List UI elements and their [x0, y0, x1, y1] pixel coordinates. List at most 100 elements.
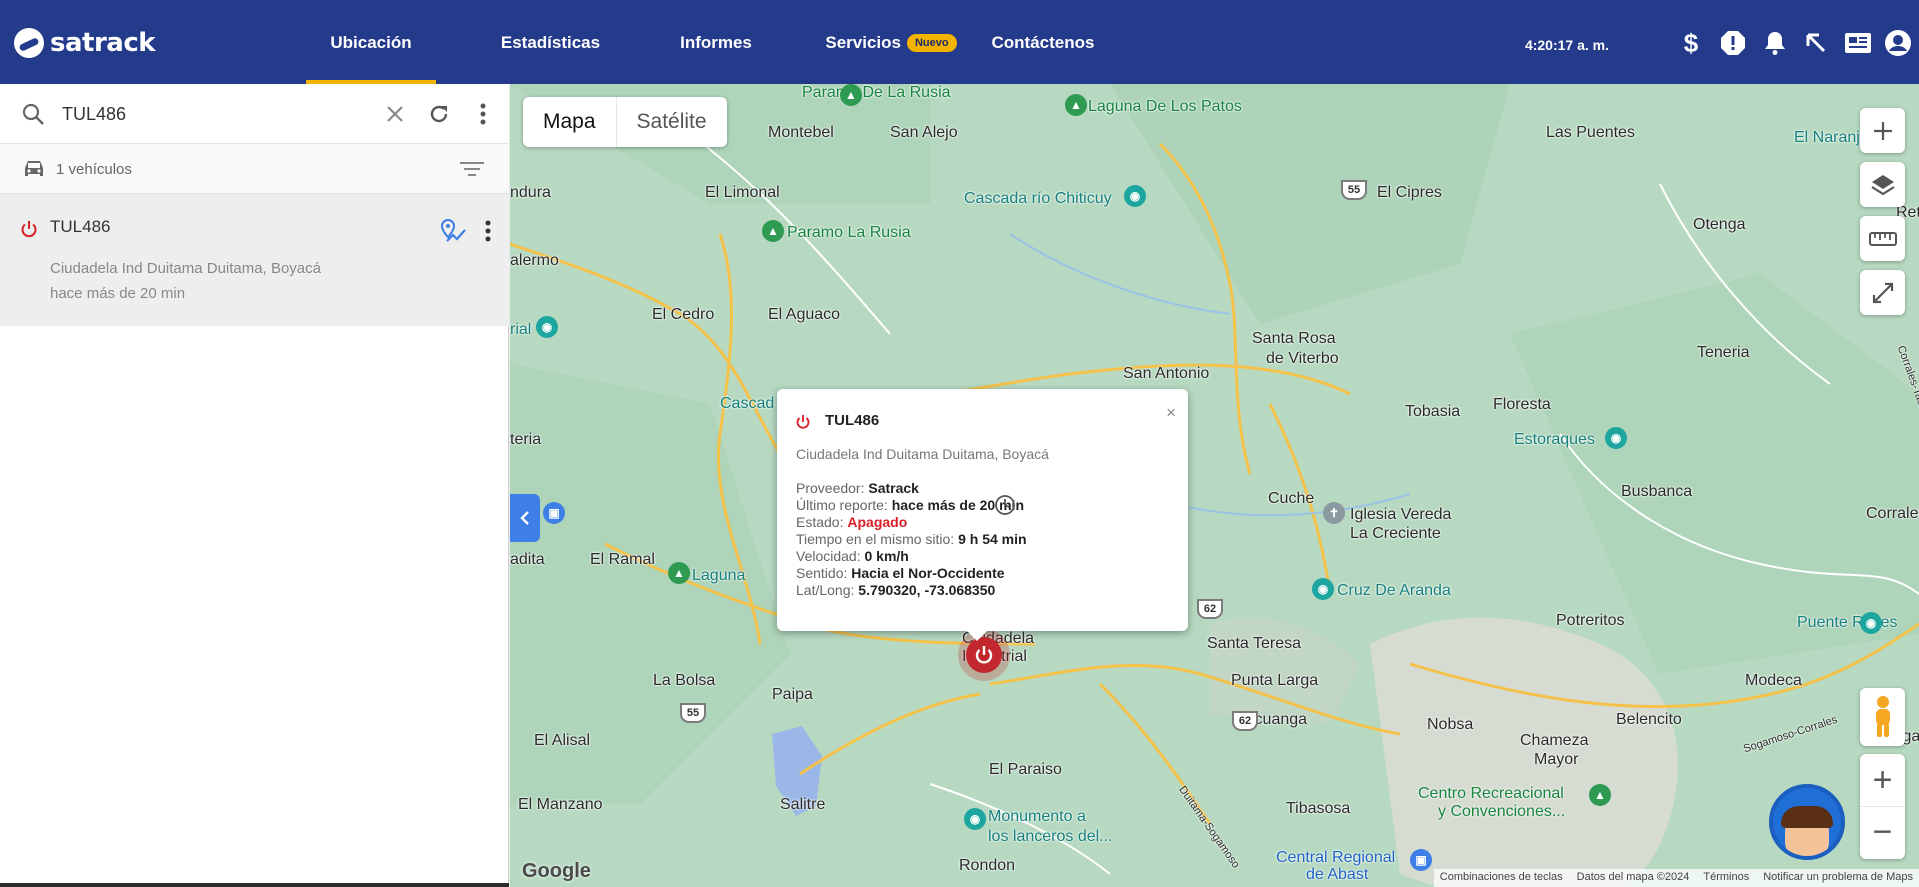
map-type-mapa[interactable]: Mapa	[523, 97, 616, 147]
place-label: Otenga	[1693, 216, 1746, 233]
street-view-pegman-icon[interactable]	[1860, 688, 1905, 746]
place-label: Laguna De Los Patos	[1088, 98, 1242, 115]
map-type-toggle: Mapa Satélite	[523, 97, 727, 147]
speed-value: 0 km/h	[864, 548, 909, 564]
provider-label: Proveedor:	[796, 480, 869, 496]
more-options-icon[interactable]	[470, 101, 496, 127]
collapse-sidebar-button[interactable]	[510, 494, 540, 542]
news-icon[interactable]	[1843, 28, 1873, 58]
satrack-logo[interactable]: satrack	[14, 28, 156, 58]
place-label: El Limonal	[705, 184, 780, 201]
pointer-icon[interactable]	[1801, 28, 1831, 58]
popup-heading-row: Sentido: Hacia el Nor-Occidente	[796, 565, 1005, 581]
fullscreen-icon[interactable]	[1860, 270, 1905, 315]
place-label: Busbanca	[1621, 483, 1693, 500]
alert-icon[interactable]	[1718, 28, 1748, 58]
place-label: Cascada río Chiticuy	[964, 190, 1112, 207]
place-label: El Cipres	[1377, 184, 1442, 201]
clock-icon[interactable]	[993, 493, 1017, 517]
nav-estadisticas[interactable]: Estadísticas	[488, 0, 613, 84]
church-poi-icon[interactable]: ✝	[1323, 502, 1345, 524]
refresh-icon[interactable]	[426, 101, 452, 127]
place-label: Salitre	[780, 796, 826, 813]
place-label: Paramo La Rusia	[787, 224, 911, 241]
route-history-icon[interactable]	[438, 216, 468, 246]
place-label: alermo	[510, 252, 559, 269]
place-label: San Antonio	[1123, 365, 1210, 382]
vehicle-list-item[interactable]: TUL486 Ciudadela Ind Duitama Duitama, Bo…	[0, 194, 509, 326]
place-label: El Aguaco	[768, 306, 841, 323]
nav-informes-label: Informes	[680, 33, 752, 52]
place-label: Nobsa	[1427, 716, 1474, 733]
close-popup-button[interactable]: ×	[1166, 403, 1176, 423]
search-icon[interactable]	[20, 101, 46, 127]
place-label: Paramo De La Rusia	[802, 84, 951, 101]
status-value: Apagado	[847, 514, 908, 530]
filter-icon[interactable]	[458, 157, 486, 181]
satrack-logo-icon	[14, 28, 44, 58]
tourist-poi-icon[interactable]: ◉	[1124, 185, 1146, 207]
popup-provider-row: Proveedor: Satrack	[796, 480, 919, 496]
vehicle-options-icon[interactable]	[482, 216, 494, 246]
zoom-out-button[interactable]: −	[1860, 806, 1905, 858]
park-poi-icon[interactable]: ▲	[668, 562, 690, 584]
terms-link[interactable]: Términos	[1703, 871, 1749, 885]
shop-poi-icon[interactable]: ▣	[543, 502, 565, 524]
status-label: Estado:	[796, 514, 848, 530]
nav-informes[interactable]: Informes	[666, 0, 766, 84]
popup-time-same-place-row: Tiempo en el mismo sitio: 9 h 54 min	[796, 531, 1027, 547]
latlong-label: Lat/Long:	[796, 582, 859, 598]
layers-icon[interactable]	[1860, 162, 1905, 207]
search-input[interactable]	[62, 98, 362, 130]
vehicle-count: 1 vehículos	[56, 161, 132, 178]
tourist-poi-icon[interactable]: ◉	[1312, 578, 1334, 600]
place-label: San Alejo	[890, 124, 958, 141]
clock: 4:20:17 a. m.	[1524, 37, 1609, 53]
zoom-in-top-button[interactable]	[1860, 108, 1905, 153]
place-label: Montebel	[768, 124, 834, 141]
tourist-poi-icon[interactable]: ◉	[1860, 612, 1882, 634]
place-label: Cruz De Aranda	[1337, 582, 1451, 599]
tourist-poi-icon[interactable]: ◉	[536, 316, 558, 338]
brand-name: satrack	[50, 28, 156, 58]
nav-servicios[interactable]: Servicios Nuevo	[806, 0, 976, 84]
place-label: Floresta	[1493, 396, 1551, 413]
car-icon	[20, 157, 48, 181]
place-label: Corrales	[1866, 505, 1919, 522]
popup-address: Ciudadela Ind Duitama Duitama, Boyacá	[796, 446, 1049, 462]
map-view[interactable]: Paramo De La Rusia Laguna De Los Patos M…	[510, 84, 1919, 887]
map-type-satelite[interactable]: Satélite	[615, 97, 727, 147]
place-label: Cuche	[1268, 490, 1315, 507]
account-icon[interactable]	[1883, 28, 1913, 58]
place-label: de Viterbo	[1266, 350, 1339, 367]
speed-label: Velocidad:	[796, 548, 865, 564]
place-label: Paipa	[772, 686, 813, 703]
zoom-control: + −	[1860, 754, 1905, 859]
park-poi-icon[interactable]: ▲	[1065, 94, 1087, 116]
ruler-icon[interactable]	[1860, 216, 1905, 261]
tourist-poi-icon[interactable]: ◉	[964, 808, 986, 830]
vehicle-map-marker[interactable]	[966, 637, 1002, 673]
clear-icon[interactable]	[382, 101, 408, 127]
park-poi-icon[interactable]: ▲	[1589, 784, 1611, 806]
road-shield: 62	[1197, 599, 1223, 619]
map-data-text: Datos del mapa ©2024	[1576, 871, 1690, 883]
park-poi-icon[interactable]: ▲	[840, 84, 862, 106]
place-label: ndura	[510, 184, 551, 201]
dollar-icon[interactable]: $	[1676, 28, 1706, 58]
report-problem-link[interactable]: Notificar un problema de Maps	[1763, 871, 1913, 885]
zoom-in-button[interactable]: +	[1860, 754, 1905, 806]
tourist-poi-icon[interactable]: ◉	[1605, 427, 1627, 449]
nav-contactenos[interactable]: Contáctenos	[982, 0, 1104, 84]
time-same-place-label: Tiempo en el mismo sitio:	[796, 531, 959, 547]
bell-icon[interactable]	[1760, 28, 1790, 58]
park-poi-icon[interactable]: ▲	[762, 220, 784, 242]
svg-text:$: $	[1684, 29, 1699, 57]
road-shield: 55	[680, 703, 706, 723]
road-shield: 62	[1232, 711, 1258, 731]
new-badge: Nuevo	[906, 34, 957, 52]
nav-ubicacion[interactable]: Ubicación	[306, 0, 436, 84]
support-assistant-avatar[interactable]	[1769, 784, 1845, 860]
vehicle-count-row: 1 vehículos	[0, 144, 509, 194]
keyboard-shortcuts-link[interactable]: Combinaciones de teclas	[1440, 871, 1563, 885]
